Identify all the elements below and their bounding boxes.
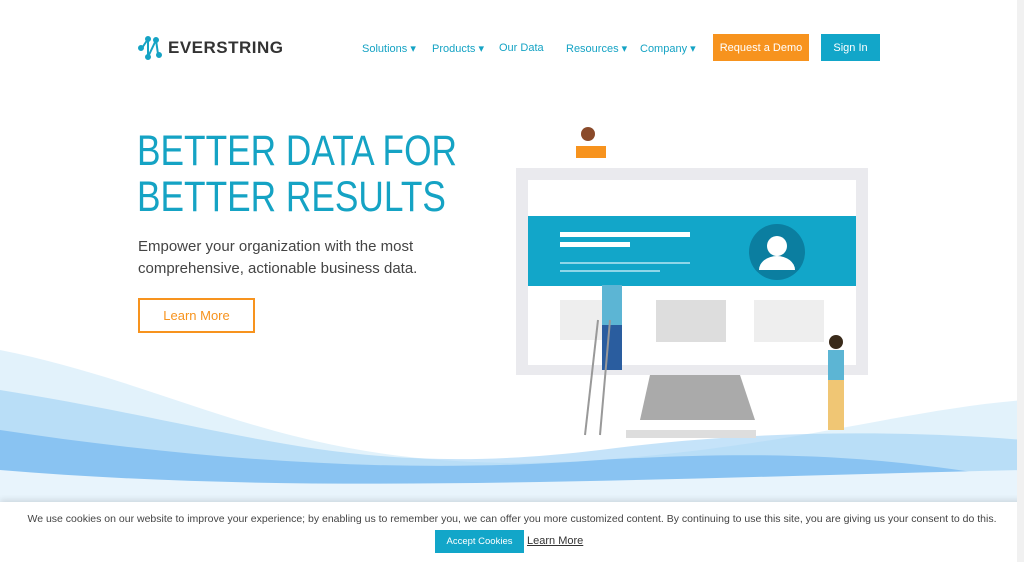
caret-down-icon: ▾	[621, 43, 628, 55]
learn-more-button[interactable]: Learn More	[138, 298, 255, 333]
nav-label: Solutions	[362, 43, 408, 55]
accept-cookies-button[interactable]: Accept Cookies	[435, 530, 524, 553]
everstring-logo-icon	[138, 36, 162, 60]
caret-down-icon: ▾	[478, 43, 485, 55]
nav-company[interactable]: Company ▾	[640, 42, 696, 55]
nav-resources[interactable]: Resources ▾	[566, 42, 627, 55]
nav-label: Our Data	[499, 42, 544, 54]
caret-down-icon: ▾	[410, 43, 416, 55]
header: EVERSTRING Solutions ▾ Products ▾ Our Da…	[0, 0, 1024, 95]
logo[interactable]: EVERSTRING	[138, 36, 284, 60]
hero-subtitle: Empower your organization with the most …	[138, 238, 418, 277]
nav-products[interactable]: Products ▾	[432, 42, 484, 55]
nav-label: Resources	[566, 43, 619, 55]
cookie-learn-more-link[interactable]: Learn More	[527, 535, 583, 547]
scrollbar[interactable]	[1017, 0, 1024, 562]
sign-in-button[interactable]: Sign In	[821, 34, 880, 61]
request-demo-button[interactable]: Request a Demo	[713, 34, 809, 61]
cookie-banner: We use cookies on our website to improve…	[0, 502, 1024, 562]
logo-text: EVERSTRING	[168, 38, 284, 57]
nav-solutions[interactable]: Solutions ▾	[362, 42, 416, 55]
hero-title: BETTER DATA FOR BETTER RESULTS	[137, 127, 457, 221]
caret-down-icon: ▾	[690, 43, 696, 55]
nav-label: Company	[640, 43, 688, 55]
nav-label: Products	[432, 43, 476, 55]
cookie-text: We use cookies on our website to improve…	[27, 513, 997, 525]
nav-our-data[interactable]: Our Data	[499, 42, 544, 54]
hero-illustration	[516, 127, 868, 438]
